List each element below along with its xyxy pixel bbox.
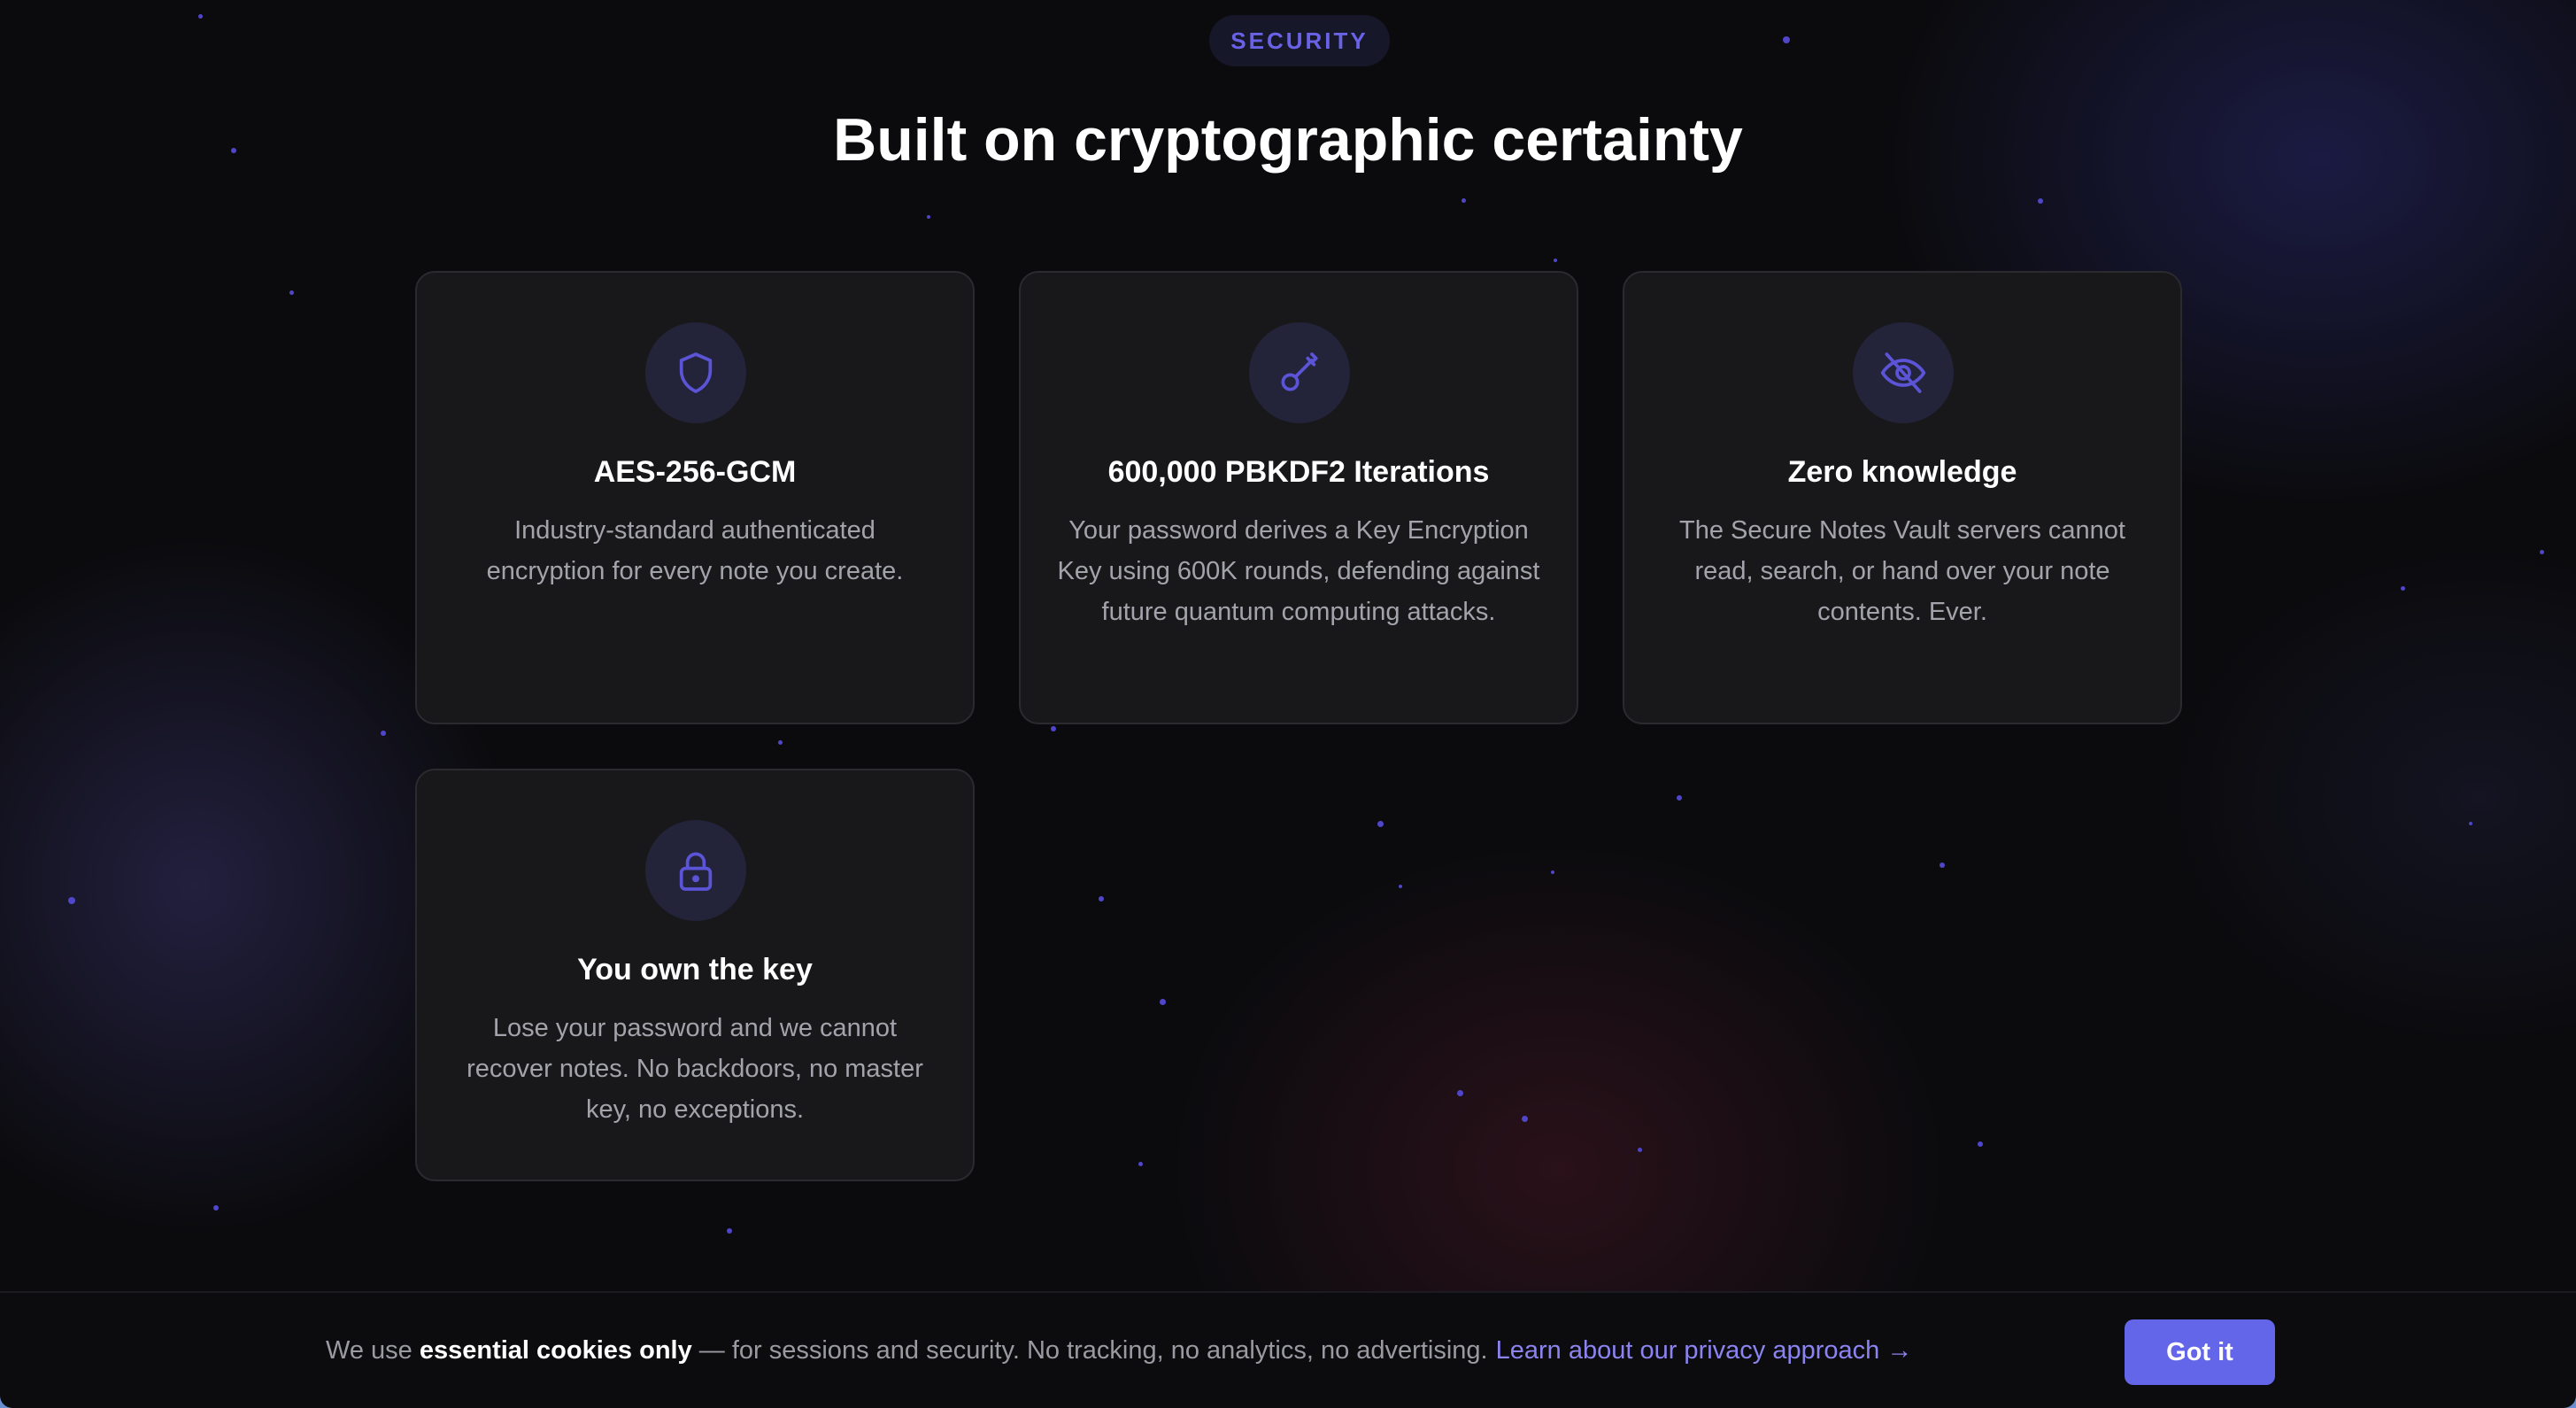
section-heading: Built on cryptographic certainty — [833, 106, 1743, 174]
card-icon-circle — [1853, 322, 1954, 423]
star-dot — [1138, 1162, 1143, 1166]
cookie-body: — for sessions and security. No tracking… — [698, 1335, 1488, 1365]
star-dot — [2540, 550, 2544, 554]
cookie-emphasis: essential cookies only — [419, 1335, 692, 1365]
star-dot — [1783, 36, 1790, 43]
star-dot — [778, 740, 783, 745]
star-dot — [2038, 198, 2043, 204]
window-corner-right — [2564, 1396, 2576, 1408]
cookie-prefix: We use — [326, 1335, 413, 1365]
star-dot — [68, 897, 75, 904]
card-description: The Secure Notes Vault servers cannot re… — [1679, 516, 2125, 626]
card-description: Industry-standard authenticated encrypti… — [486, 516, 904, 585]
star-dot — [727, 1228, 732, 1234]
shield-icon — [679, 352, 713, 393]
card-icon-circle — [1249, 322, 1350, 423]
card-title: Zero knowledge — [1787, 455, 2017, 489]
section-badge: SECURITY — [1209, 15, 1390, 66]
star-dot — [1677, 795, 1682, 801]
star-dot — [1638, 1148, 1642, 1152]
star-dot — [289, 290, 294, 295]
star-dot — [2469, 822, 2472, 825]
star-dot — [1399, 885, 1402, 888]
star-dot — [1051, 726, 1056, 731]
star-dot — [1978, 1141, 1983, 1147]
cookie-message: We use essential cookies only — for sess… — [326, 1293, 1912, 1408]
key-icon — [1281, 352, 1318, 391]
got-it-button[interactable]: Got it — [2125, 1319, 2275, 1385]
star-dot — [1940, 863, 1945, 868]
star-dot — [1522, 1116, 1528, 1122]
card-description: Your password derives a Key Encryption K… — [1057, 516, 1540, 626]
star-dot — [213, 1205, 219, 1211]
star-dot — [1554, 259, 1557, 262]
feature-card-aes: AES-256-GCM Industry-standard authentica… — [415, 271, 975, 724]
star-dot — [1462, 198, 1466, 203]
star-dot — [1377, 821, 1384, 827]
card-title: You own the key — [577, 953, 813, 986]
card-icon-circle — [645, 820, 746, 921]
star-dot — [1160, 999, 1166, 1005]
star-dot — [1099, 896, 1104, 901]
feature-card-zero-knowledge: Zero knowledge The Secure Notes Vault se… — [1623, 271, 2182, 724]
privacy-link[interactable]: Learn about our privacy approach → — [1496, 1336, 1913, 1365]
eye-off-icon — [1880, 352, 1926, 393]
star-dot — [198, 14, 203, 19]
card-icon-circle — [645, 322, 746, 423]
cookie-banner: We use essential cookies only — for sess… — [0, 1291, 2576, 1408]
card-title: AES-256-GCM — [593, 455, 797, 489]
lock-icon — [679, 852, 713, 891]
card-title: 600,000 PBKDF2 Iterations — [1107, 455, 1490, 489]
star-dot — [1551, 870, 1554, 874]
star-dot — [927, 215, 930, 219]
feature-card-pbkdf2: 600,000 PBKDF2 Iterations Your password … — [1019, 271, 1578, 724]
star-dot — [381, 731, 386, 736]
feature-card-own-key: You own the key Lose your password and w… — [415, 769, 975, 1181]
card-description: Lose your password and we cannot recover… — [467, 1014, 923, 1124]
star-dot — [1457, 1090, 1463, 1096]
star-dot — [2401, 586, 2405, 591]
window-corner-left — [0, 1396, 12, 1408]
